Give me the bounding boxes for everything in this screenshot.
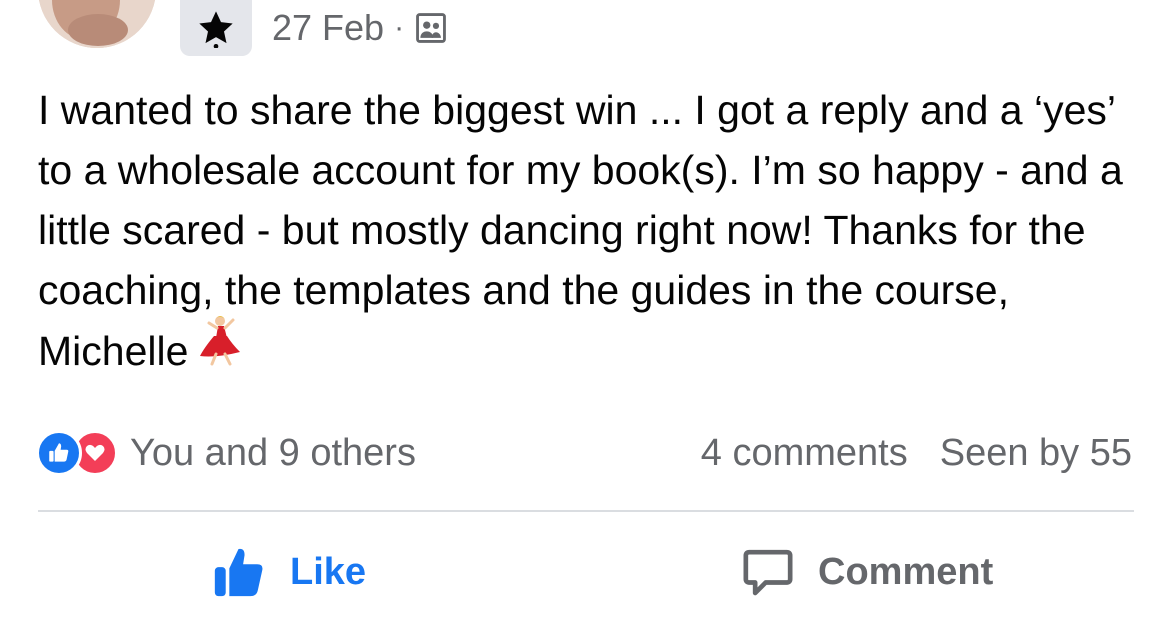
comment-label: Comment: [818, 550, 994, 593]
seen-by-count[interactable]: Seen by 55: [940, 432, 1132, 475]
divider: [38, 510, 1134, 512]
like-button[interactable]: Like: [210, 540, 366, 604]
author-avatar[interactable]: [38, 0, 156, 48]
members-group-icon: [416, 13, 446, 43]
post-meta: 27 Feb ·: [272, 6, 448, 50]
star-icon: [199, 11, 233, 48]
post-text: I wanted to share the biggest win ... I …: [38, 80, 1138, 388]
top-contributor-badge[interactable]: [180, 0, 252, 56]
post-stats: 4 comments Seen by 55: [701, 428, 1132, 478]
comments-count[interactable]: 4 comments: [701, 432, 908, 475]
like-reaction-icon: [36, 430, 82, 476]
comment-bubble-icon: [743, 549, 793, 596]
reaction-summary-text: You and 9 others: [130, 431, 416, 474]
comment-button[interactable]: Comment: [740, 540, 993, 604]
post-date[interactable]: 27 Feb: [272, 7, 384, 49]
woman-dancing-emoji: [196, 314, 244, 382]
reactions-summary[interactable]: You and 9 others: [36, 428, 416, 478]
meta-separator: ·: [394, 11, 405, 44]
thumbs-up-icon: [214, 548, 263, 597]
like-label: Like: [290, 550, 367, 593]
